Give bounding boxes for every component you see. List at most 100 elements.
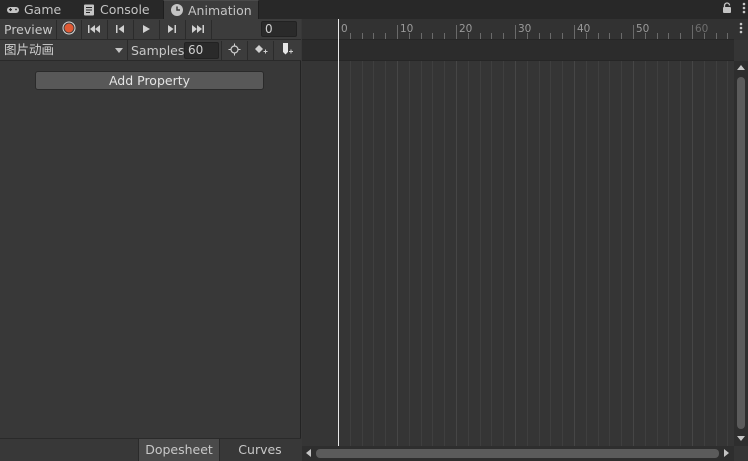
ruler-tick-label: 20 — [459, 23, 473, 35]
record-icon — [62, 21, 76, 38]
grid-line — [574, 61, 575, 446]
timeline-menu-button[interactable] — [734, 19, 748, 40]
ruler-major-tick — [515, 25, 516, 39]
skip-to-end-icon — [191, 23, 205, 37]
tab-dopesheet[interactable]: Dopesheet — [138, 439, 220, 461]
next-key-button[interactable] — [159, 20, 184, 39]
add-keyframe-diamond-button[interactable] — [247, 41, 273, 60]
ruler-minor-tick — [432, 33, 433, 39]
play-button[interactable] — [133, 20, 158, 39]
ruler-minor-tick — [668, 33, 669, 39]
grid-line — [598, 61, 599, 446]
record-button[interactable] — [56, 20, 81, 39]
ruler-minor-tick — [421, 33, 422, 39]
console-icon — [82, 3, 96, 17]
vertical-scrollbar[interactable] — [734, 61, 748, 446]
grid-line — [716, 61, 717, 446]
tab-curves[interactable]: Curves — [220, 439, 300, 461]
grid-line — [491, 61, 492, 446]
add-keyframe-button[interactable] — [221, 41, 247, 60]
horizontal-scroll-thumb[interactable] — [316, 449, 719, 458]
add-event-button[interactable] — [273, 41, 299, 60]
scroll-right-icon[interactable] — [724, 449, 729, 457]
tab-animation[interactable]: Animation — [163, 0, 259, 19]
grid-line — [704, 61, 705, 446]
grid-line — [692, 61, 693, 446]
grid-line — [480, 61, 481, 446]
time-ruler[interactable]: 0 10 20 30 40 50 60 — [302, 19, 734, 40]
last-key-button[interactable] — [185, 20, 210, 39]
samples-input[interactable]: 60 — [184, 42, 219, 59]
ruler-minor-tick — [680, 33, 681, 39]
ruler-major-tick — [456, 25, 457, 39]
gamepad-icon — [6, 3, 20, 17]
event-lane[interactable] — [302, 40, 734, 61]
ruler-minor-tick — [362, 33, 363, 39]
vertical-dots-icon — [739, 22, 743, 37]
first-key-button[interactable] — [81, 20, 106, 39]
step-back-icon — [115, 23, 125, 37]
grid-line — [362, 61, 363, 446]
timeline-panel[interactable]: 0 10 20 30 40 50 60 — [302, 19, 748, 461]
toolbar-spacer — [211, 20, 259, 39]
vertical-scroll-thumb[interactable] — [737, 77, 745, 429]
grid-line — [373, 61, 374, 446]
grid-line — [621, 61, 622, 446]
ruler-major-tick — [574, 25, 575, 39]
grid-line — [586, 61, 587, 446]
grid-line — [515, 61, 516, 446]
ruler-minor-tick — [480, 33, 481, 39]
ruler-minor-tick — [373, 33, 374, 39]
grid-line — [385, 61, 386, 446]
ruler-tick-label: 40 — [577, 23, 591, 35]
horizontal-scrollbar[interactable] — [302, 446, 734, 461]
tab-game-label: Game — [24, 2, 62, 17]
window-tab-bar: Game Console Animation — [0, 0, 748, 19]
playhead-line[interactable] — [338, 19, 339, 446]
ruler-minor-tick — [503, 33, 504, 39]
grid-line — [668, 61, 669, 446]
grid-line — [609, 61, 610, 446]
scroll-left-icon[interactable] — [306, 449, 311, 457]
grid-line — [350, 61, 351, 446]
window-controls — [722, 0, 746, 19]
tab-console[interactable]: Console — [76, 0, 162, 19]
grid-line — [680, 61, 681, 446]
ruler-minor-tick — [727, 33, 728, 39]
event-marker-icon — [281, 42, 293, 59]
skip-to-start-icon — [87, 23, 101, 37]
grid-line — [409, 61, 410, 446]
grid-line — [562, 61, 563, 446]
grid-line — [645, 61, 646, 446]
frame-input[interactable]: 0 — [261, 21, 297, 37]
grid-line — [421, 61, 422, 446]
ruler-minor-tick — [609, 33, 610, 39]
window-menu-icon[interactable] — [742, 2, 746, 17]
keyframe-crosshair-icon — [228, 43, 241, 59]
ruler-tick-label: 0 — [341, 23, 348, 35]
scroll-up-icon[interactable] — [737, 65, 745, 70]
tab-game[interactable]: Game — [0, 0, 74, 19]
animation-properties-panel: Preview 0 图片动画 Samples 60 Add Property D… — [0, 19, 301, 461]
ruler-minor-tick — [562, 33, 563, 39]
chevron-down-icon — [115, 48, 123, 53]
add-property-button[interactable]: Add Property — [35, 71, 264, 90]
ruler-minor-tick — [657, 33, 658, 39]
scroll-down-icon[interactable] — [737, 436, 745, 441]
playback-toolbar: Preview 0 — [0, 19, 301, 40]
grid-line — [468, 61, 469, 446]
keyframe-add-icon — [254, 43, 268, 58]
clip-toolbar: 图片动画 Samples 60 — [0, 40, 301, 61]
preview-toggle[interactable]: Preview — [4, 22, 53, 37]
grid-line — [539, 61, 540, 446]
prev-key-button[interactable] — [107, 20, 132, 39]
grid-line — [432, 61, 433, 446]
clip-dropdown[interactable]: 图片动画 — [0, 40, 128, 61]
ruler-minor-tick — [539, 33, 540, 39]
step-forward-icon — [167, 23, 177, 37]
samples-label: Samples — [131, 43, 185, 58]
lock-icon[interactable] — [722, 2, 732, 17]
grid-line — [727, 61, 728, 446]
ruler-minor-tick — [444, 33, 445, 39]
ruler-minor-tick — [716, 33, 717, 39]
